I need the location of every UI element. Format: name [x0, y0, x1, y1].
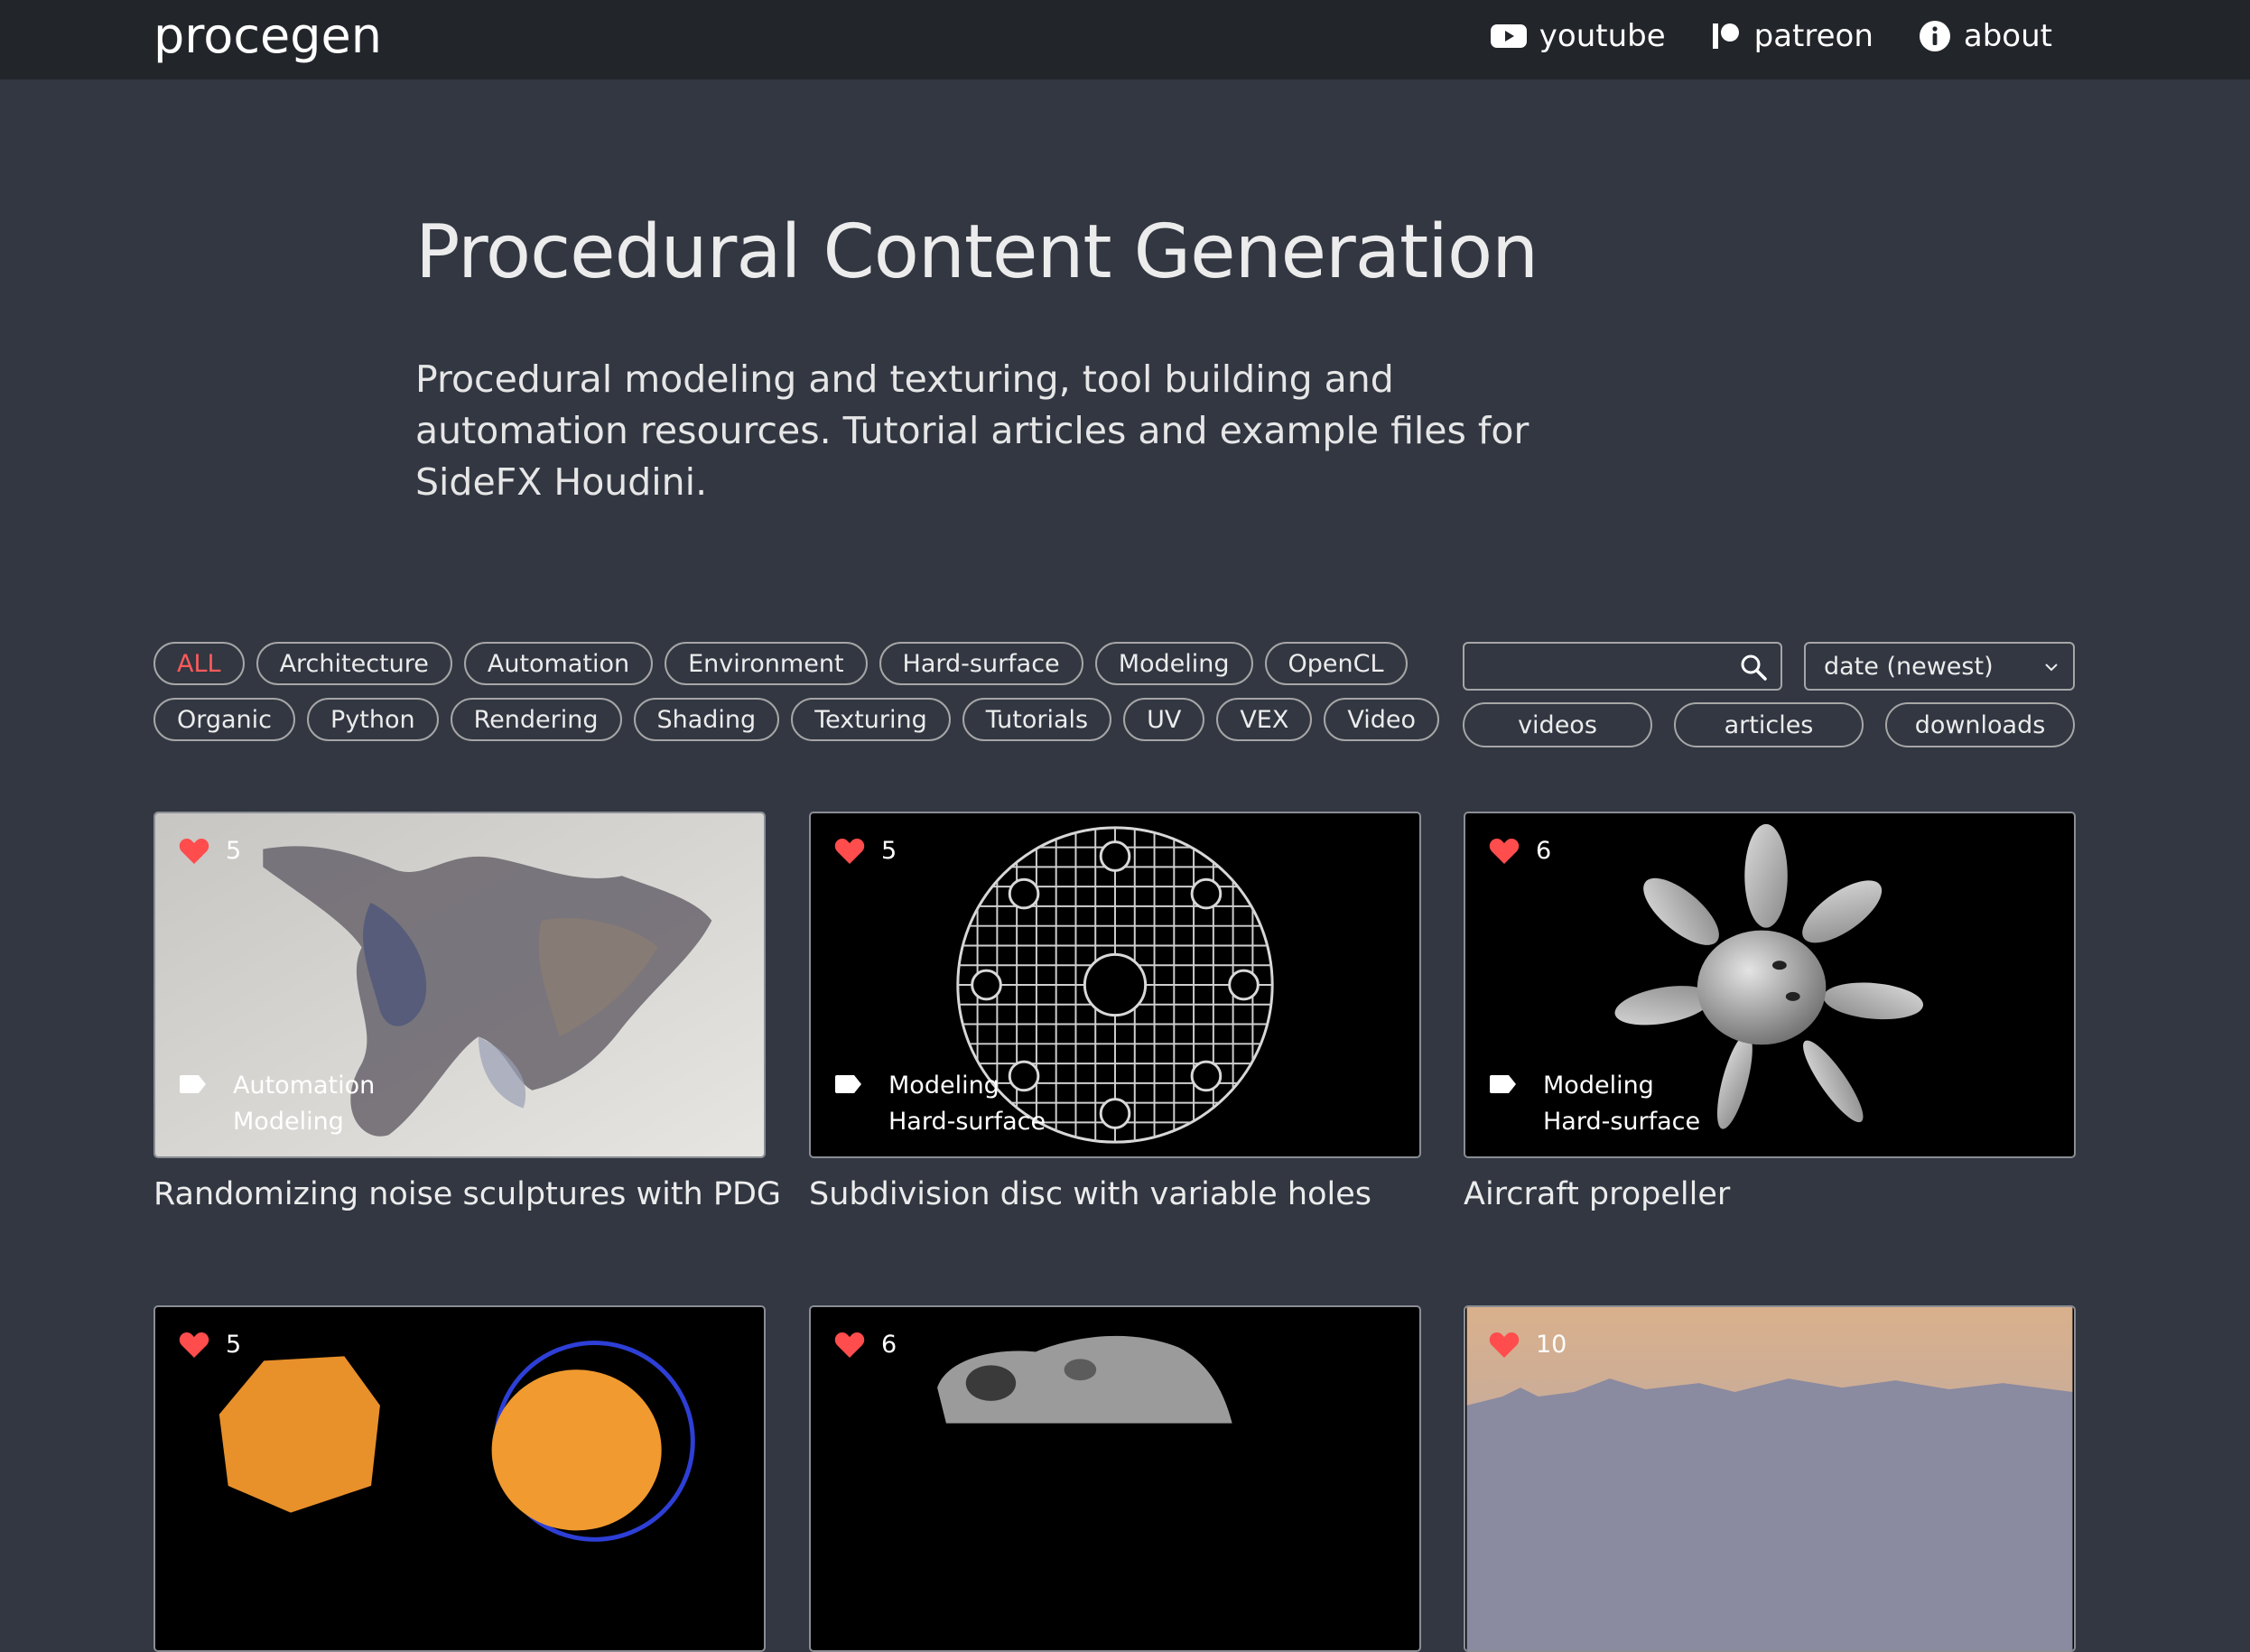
- like-count-value: 5: [226, 837, 242, 865]
- content-type-filters: videos articles downloads: [1463, 702, 2097, 747]
- post-title[interactable]: Subdivision disc with variable holes: [809, 1176, 1421, 1212]
- like-count-value: 5: [226, 1331, 242, 1359]
- category-label: Modeling: [1543, 1072, 1654, 1100]
- like-count-value: 5: [881, 837, 897, 865]
- post-thumbnail[interactable]: 6: [809, 1305, 1421, 1652]
- tag-video[interactable]: Video: [1324, 698, 1440, 741]
- heart-icon: [179, 1332, 209, 1358]
- tag-icon: [835, 1075, 861, 1093]
- nav-link-patreon[interactable]: patreon: [1711, 18, 1873, 54]
- category-list: Modeling Hard-surface: [888, 1068, 1046, 1140]
- info-icon: [1919, 21, 1950, 51]
- tag-architecture[interactable]: Architecture: [256, 642, 452, 685]
- nav-link-youtube[interactable]: youtube: [1490, 18, 1666, 54]
- nav-link-label: youtube: [1539, 18, 1666, 54]
- category-label: Hard-surface: [888, 1108, 1046, 1136]
- sort-select[interactable]: date (newest): [1804, 642, 2075, 691]
- post-card[interactable]: 5 Automation Modeling Randomizing noise …: [153, 812, 781, 1212]
- patreon-icon: [1712, 23, 1739, 49]
- tag-icon: [1490, 1075, 1516, 1093]
- category-label: Hard-surface: [1543, 1108, 1701, 1136]
- post-thumbnail[interactable]: 5: [153, 1305, 766, 1652]
- post-thumbnail[interactable]: 5 Modeling Hard-surface: [809, 812, 1421, 1158]
- filter-videos-button[interactable]: videos: [1463, 702, 1652, 747]
- post-title[interactable]: Randomizing noise sculptures with PDG: [153, 1176, 781, 1212]
- search-input[interactable]: [1464, 644, 1726, 689]
- like-count[interactable]: 5: [179, 1331, 241, 1359]
- tag-all[interactable]: ALL: [153, 642, 245, 685]
- heart-icon: [179, 838, 209, 864]
- post-thumbnail[interactable]: 5 Automation Modeling: [153, 812, 766, 1158]
- post-categories: Modeling Hard-surface: [1489, 1068, 1700, 1140]
- heart-icon: [1489, 838, 1520, 864]
- post-card[interactable]: 6: [809, 1305, 1421, 1652]
- like-count-value: 6: [881, 1331, 897, 1359]
- orange-shapes-image: [156, 1307, 763, 1650]
- tag-organic[interactable]: Organic: [153, 698, 296, 741]
- nav-link-about[interactable]: about: [1919, 18, 2052, 54]
- tag-automation[interactable]: Automation: [463, 642, 654, 685]
- tag-icon: [180, 1075, 206, 1093]
- nav-link-label: patreon: [1753, 18, 1873, 54]
- search-icon[interactable]: [1739, 653, 1768, 682]
- heart-icon: [834, 838, 865, 864]
- heart-icon: [834, 1332, 865, 1358]
- post-thumbnail[interactable]: 10: [1464, 1305, 2076, 1652]
- category-list: Modeling Hard-surface: [1543, 1068, 1700, 1140]
- post-thumbnail[interactable]: 6 Modeling Hard-surface: [1464, 812, 2076, 1158]
- like-count[interactable]: 6: [834, 1331, 897, 1359]
- category-list: Automation Modeling: [233, 1068, 375, 1140]
- tag-row: Organic Python Rendering Shading Texturi…: [153, 698, 1440, 741]
- tag-tutorials[interactable]: Tutorials: [962, 698, 1112, 741]
- city-skyline-image: [1466, 1307, 2073, 1650]
- tag-row: ALL Architecture Automation Environment …: [153, 642, 1408, 685]
- metal-part-image: [812, 1307, 1418, 1650]
- tag-vex[interactable]: VEX: [1216, 698, 1313, 741]
- tag-environment[interactable]: Environment: [665, 642, 868, 685]
- category-label: Modeling: [888, 1072, 999, 1100]
- category-label: Modeling: [233, 1108, 344, 1136]
- filter-articles-button[interactable]: articles: [1674, 702, 1864, 747]
- tag-modeling[interactable]: Modeling: [1094, 642, 1253, 685]
- like-count[interactable]: 6: [1489, 837, 1551, 865]
- tag-hard-surface[interactable]: Hard-surface: [879, 642, 1083, 685]
- tag-uv[interactable]: UV: [1123, 698, 1205, 741]
- page-subtitle: Procedural modeling and texturing, tool …: [415, 357, 1529, 504]
- tag-python[interactable]: Python: [307, 698, 439, 741]
- nav-link-label: about: [1963, 18, 2052, 54]
- category-label: Automation: [233, 1072, 376, 1100]
- like-count-value: 10: [1536, 1331, 1567, 1359]
- post-card[interactable]: 5: [153, 1305, 766, 1652]
- nav-links: youtube patreon about: [1446, 18, 2052, 54]
- site-logo[interactable]: procegen: [153, 7, 382, 64]
- post-card[interactable]: 5 Modeling Hard-surface Subdivision disc…: [809, 812, 1421, 1212]
- page-title: Procedural Content Generation: [415, 209, 1539, 295]
- post-title[interactable]: Aircraft propeller: [1464, 1176, 2076, 1212]
- chevron-down-icon: [2045, 664, 2058, 672]
- sort-select-value: date (newest): [1824, 652, 1994, 681]
- tag-rendering[interactable]: Rendering: [450, 698, 622, 741]
- search-box: [1463, 642, 1782, 691]
- tag-shading[interactable]: Shading: [633, 698, 780, 741]
- tag-texturing[interactable]: Texturing: [791, 698, 951, 741]
- like-count[interactable]: 10: [1489, 1331, 1567, 1359]
- post-card[interactable]: 10: [1464, 1305, 2076, 1652]
- youtube-icon: [1490, 24, 1527, 48]
- filter-downloads-button[interactable]: downloads: [1885, 702, 2075, 747]
- post-card[interactable]: 6 Modeling Hard-surface Aircraft propell…: [1464, 812, 2076, 1212]
- like-count[interactable]: 5: [834, 837, 897, 865]
- like-count[interactable]: 5: [179, 837, 241, 865]
- tag-filter-list: ALL Architecture Automation Environment …: [153, 642, 1440, 754]
- like-count-value: 6: [1536, 837, 1552, 865]
- heart-icon: [1489, 1332, 1520, 1358]
- top-navbar: procegen youtube patreon about: [0, 0, 2250, 79]
- post-categories: Modeling Hard-surface: [834, 1068, 1046, 1140]
- tag-opencl[interactable]: OpenCL: [1264, 642, 1408, 685]
- post-categories: Automation Modeling: [179, 1068, 375, 1140]
